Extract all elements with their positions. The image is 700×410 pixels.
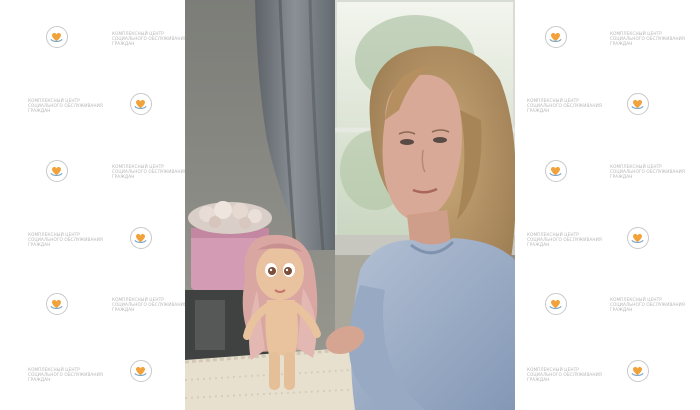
watermark-text: КОМПЛЕКСНЫЙ ЦЕНТР СОЦИАЛЬНОГО ОБСЛУЖИВАНИ…	[28, 367, 103, 382]
heart-hands-icon	[545, 293, 567, 315]
watermark-line: ГРАЖДАН	[28, 108, 51, 113]
heart-hands-icon	[545, 26, 567, 48]
watermark-text: КОМПЛЕКСНЫЙ ЦЕНТР СОЦИАЛЬНОГО ОБСЛУЖИВАНИ…	[527, 98, 602, 113]
heart-hands-icon	[46, 160, 68, 182]
watermark-text: КОМПЛЕКСНЫЙ ЦЕНТР СОЦИАЛЬНОГО ОБСЛУЖИВАНИ…	[527, 367, 602, 382]
watermark-text: КОМПЛЕКСНЫЙ ЦЕНТР СОЦИАЛЬНОГО ОБСЛУЖИВАНИ…	[610, 297, 685, 312]
heart-hands-icon	[46, 293, 68, 315]
watermark-line: ГРАЖДАН	[28, 377, 51, 382]
watermark-line: ГРАЖДАН	[112, 41, 135, 46]
watermark-line: ГРАЖДАН	[610, 41, 633, 46]
left-watermark-panel: КОМПЛЕКСНЫЙ ЦЕНТР СОЦИАЛЬНОГО ОБСЛУЖИВАНИ…	[0, 0, 187, 410]
watermark-line: ГРАЖДАН	[527, 242, 550, 247]
heart-hands-icon	[545, 160, 567, 182]
heart-hands-icon	[627, 93, 649, 115]
watermark-line: ГРАЖДАН	[610, 307, 633, 312]
watermark-line: ГРАЖДАН	[28, 242, 51, 247]
heart-hands-icon	[130, 360, 152, 382]
watermark-text: КОМПЛЕКСНЫЙ ЦЕНТР СОЦИАЛЬНОГО ОБСЛУЖИВАНИ…	[112, 297, 187, 312]
heart-hands-icon	[627, 360, 649, 382]
heart-hands-icon	[130, 227, 152, 249]
watermark-text: КОМПЛЕКСНЫЙ ЦЕНТР СОЦИАЛЬНОГО ОБСЛУЖИВАНИ…	[527, 232, 602, 247]
watermark-line: ГРАЖДАН	[112, 307, 135, 312]
heart-hands-icon	[627, 227, 649, 249]
watermark-text: КОМПЛЕКСНЫЙ ЦЕНТР СОЦИАЛЬНОГО ОБСЛУЖИВАНИ…	[28, 232, 103, 247]
heart-hands-icon	[46, 26, 68, 48]
watermark-text: КОМПЛЕКСНЫЙ ЦЕНТР СОЦИАЛЬНОГО ОБСЛУЖИВАНИ…	[28, 98, 103, 113]
right-watermark-panel: КОМПЛЕКСНЫЙ ЦЕНТР СОЦИАЛЬНОГО ОБСЛУЖИВАНИ…	[515, 0, 700, 410]
photo-woman-with-doll	[185, 0, 515, 410]
watermark-line: ГРАЖДАН	[610, 174, 633, 179]
watermark-line: ГРАЖДАН	[527, 377, 550, 382]
watermark-text: КОМПЛЕКСНЫЙ ЦЕНТР СОЦИАЛЬНОГО ОБСЛУЖИВАНИ…	[112, 31, 187, 46]
watermark-text: КОМПЛЕКСНЫЙ ЦЕНТР СОЦИАЛЬНОГО ОБСЛУЖИВАНИ…	[112, 164, 187, 179]
heart-hands-icon	[130, 93, 152, 115]
watermark-text: КОМПЛЕКСНЫЙ ЦЕНТР СОЦИАЛЬНОГО ОБСЛУЖИВАНИ…	[610, 164, 685, 179]
watermark-line: ГРАЖДАН	[527, 108, 550, 113]
watermark-text: КОМПЛЕКСНЫЙ ЦЕНТР СОЦИАЛЬНОГО ОБСЛУЖИВАНИ…	[610, 31, 685, 46]
watermark-line: ГРАЖДАН	[112, 174, 135, 179]
